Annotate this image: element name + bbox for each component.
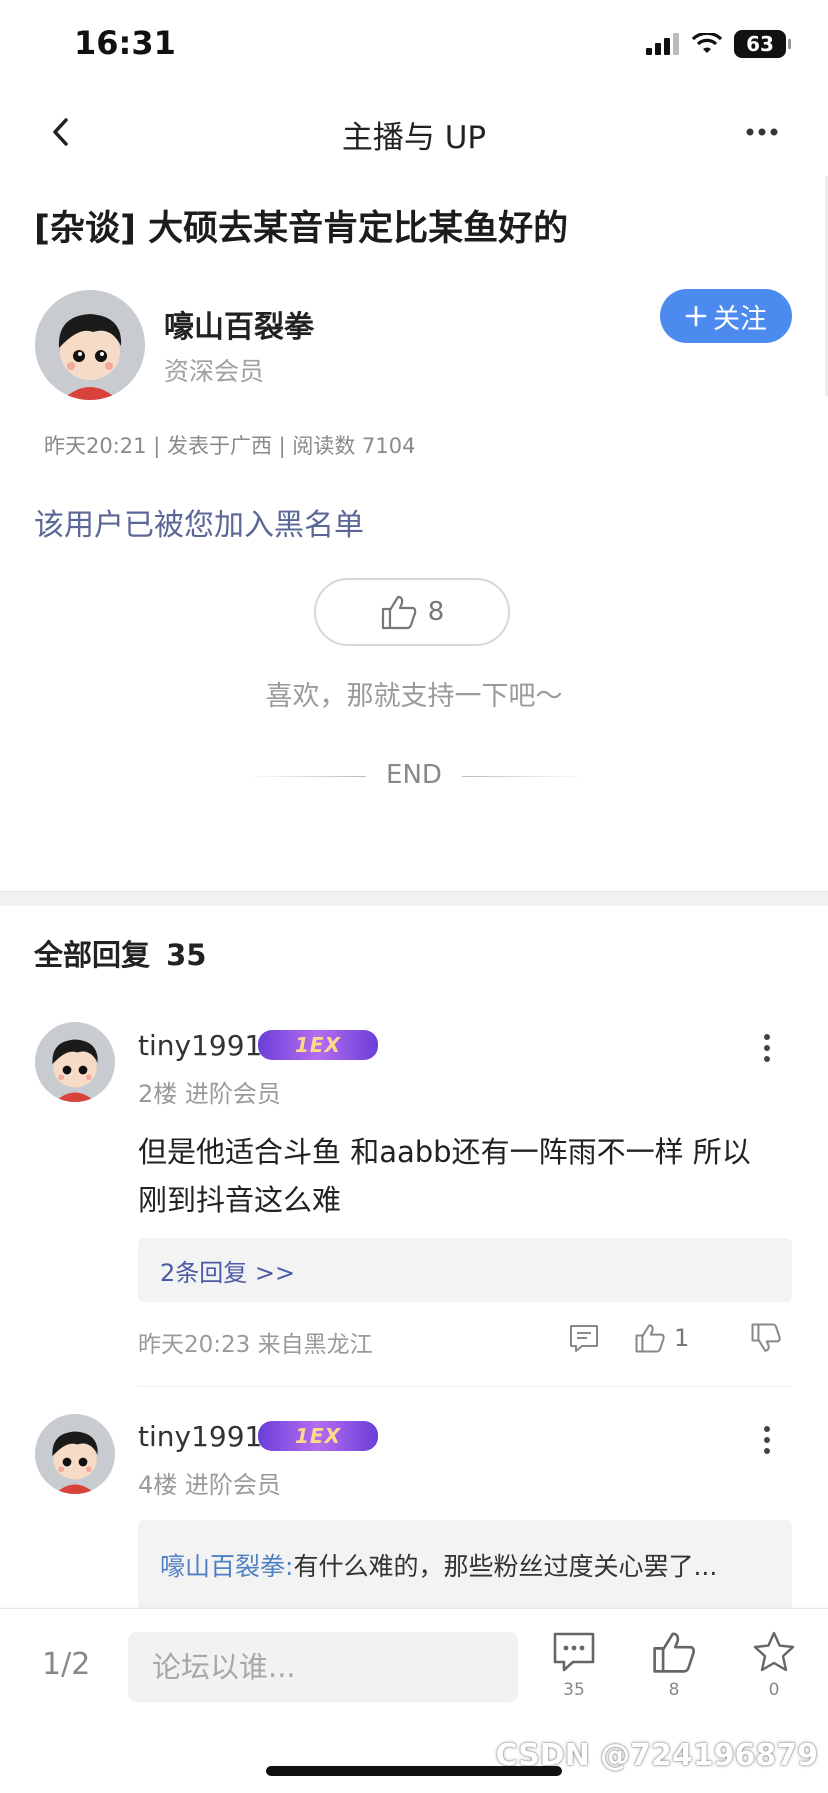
like-button[interactable]: 8 bbox=[644, 1630, 704, 1700]
thumbs-up-icon bbox=[635, 1324, 665, 1353]
support-text: 喜欢，那就支持一下吧～ bbox=[265, 681, 563, 712]
comment-more-button[interactable] bbox=[752, 1026, 782, 1070]
sub-replies-label: 2条回复 >> bbox=[160, 1258, 296, 1287]
wifi-icon bbox=[692, 33, 722, 53]
member-badge: 1EX bbox=[258, 1030, 378, 1060]
favorite-count: 0 bbox=[768, 1680, 780, 1700]
thumbs-up-icon bbox=[381, 595, 417, 630]
end-label: END bbox=[386, 760, 442, 790]
reply-input[interactable] bbox=[128, 1632, 518, 1702]
replies-header-label: 全部回复 bbox=[34, 938, 151, 972]
more-button[interactable] bbox=[740, 120, 784, 144]
page-title: 主播与 UP bbox=[341, 120, 487, 156]
post-like-button[interactable]: 8 bbox=[314, 578, 510, 646]
status-icons: 63 bbox=[646, 30, 791, 58]
page-indicator[interactable]: 1/2 bbox=[42, 1647, 90, 1682]
comment-time-location: 昨天20:23 来自黑龙江 bbox=[138, 1332, 373, 1358]
blocked-notice: 该用户已被您加入黑名单 bbox=[34, 508, 364, 543]
comment-icon bbox=[570, 1325, 598, 1352]
comment-like-count: 1 bbox=[674, 1324, 690, 1352]
comment-reply-button[interactable] bbox=[568, 1322, 600, 1354]
author-name[interactable]: 嚎山百裂拳 bbox=[164, 302, 314, 346]
section-divider bbox=[0, 891, 828, 906]
favorite-button[interactable]: 0 bbox=[744, 1630, 804, 1700]
comment-floor-level: 4楼 进阶会员 bbox=[138, 1471, 281, 1499]
comment-username[interactable]: tiny1991 bbox=[138, 1420, 262, 1453]
comment-divider bbox=[138, 1386, 792, 1387]
quoted-reply[interactable]: 嚎山百裂拳: 有什么难的，那些粉丝过度关心罢了... bbox=[138, 1520, 792, 1610]
post-meta: 昨天20:21 | 发表于广西 | 阅读数 7104 bbox=[44, 434, 416, 458]
battery-icon: 63 bbox=[734, 30, 791, 58]
comment-like-button[interactable]: 1 bbox=[634, 1322, 689, 1354]
replies-total: 35 bbox=[166, 938, 207, 972]
signal-icon bbox=[646, 33, 679, 55]
home-indicator[interactable] bbox=[266, 1766, 562, 1776]
comment-more-button[interactable] bbox=[752, 1418, 782, 1462]
comment-body: 但是他适合斗鱼 和aabb还有一阵雨不一样 所以 刚到抖音这么难 bbox=[138, 1128, 818, 1224]
comment-icon bbox=[553, 1632, 595, 1672]
thumbs-up-icon bbox=[653, 1632, 695, 1673]
comments-button[interactable]: 35 bbox=[544, 1630, 604, 1700]
end-divider-right bbox=[462, 776, 584, 777]
post-title: [杂谈] 大硕去某音肯定比某鱼好的 bbox=[34, 209, 569, 249]
thumbs-down-icon bbox=[751, 1323, 781, 1352]
comment-floor-level: 2楼 进阶会员 bbox=[138, 1080, 281, 1108]
sub-replies-link[interactable]: 2条回复 >> bbox=[138, 1238, 792, 1302]
like-count: 8 bbox=[668, 1680, 680, 1700]
comments-count: 35 bbox=[563, 1680, 585, 1700]
comment-body-line: 但是他适合斗鱼 和aabb还有一阵雨不一样 所以 bbox=[138, 1135, 751, 1169]
author-avatar[interactable] bbox=[35, 290, 145, 400]
member-badge: 1EX bbox=[258, 1421, 378, 1451]
author-level: 资深会员 bbox=[164, 357, 265, 386]
plus-icon bbox=[685, 305, 707, 327]
status-time: 16:31 bbox=[74, 24, 176, 62]
comment-avatar[interactable] bbox=[35, 1414, 115, 1494]
post-like-count: 8 bbox=[427, 597, 445, 627]
quoted-reply-text: 有什么难的，那些粉丝过度关心罢了... bbox=[293, 1552, 718, 1581]
more-icon bbox=[746, 128, 778, 136]
comment-body-line: 刚到抖音这么难 bbox=[138, 1183, 342, 1217]
comment-avatar[interactable] bbox=[35, 1022, 115, 1102]
quoted-reply-author: 嚎山百裂拳: bbox=[160, 1552, 294, 1581]
follow-label: 关注 bbox=[713, 303, 767, 335]
comment-username[interactable]: tiny1991 bbox=[138, 1029, 262, 1062]
follow-button[interactable]: 关注 bbox=[660, 289, 792, 343]
comment-dislike-button[interactable] bbox=[750, 1322, 782, 1354]
replies-header: 全部回复 35 bbox=[34, 932, 206, 974]
star-icon bbox=[753, 1631, 795, 1672]
